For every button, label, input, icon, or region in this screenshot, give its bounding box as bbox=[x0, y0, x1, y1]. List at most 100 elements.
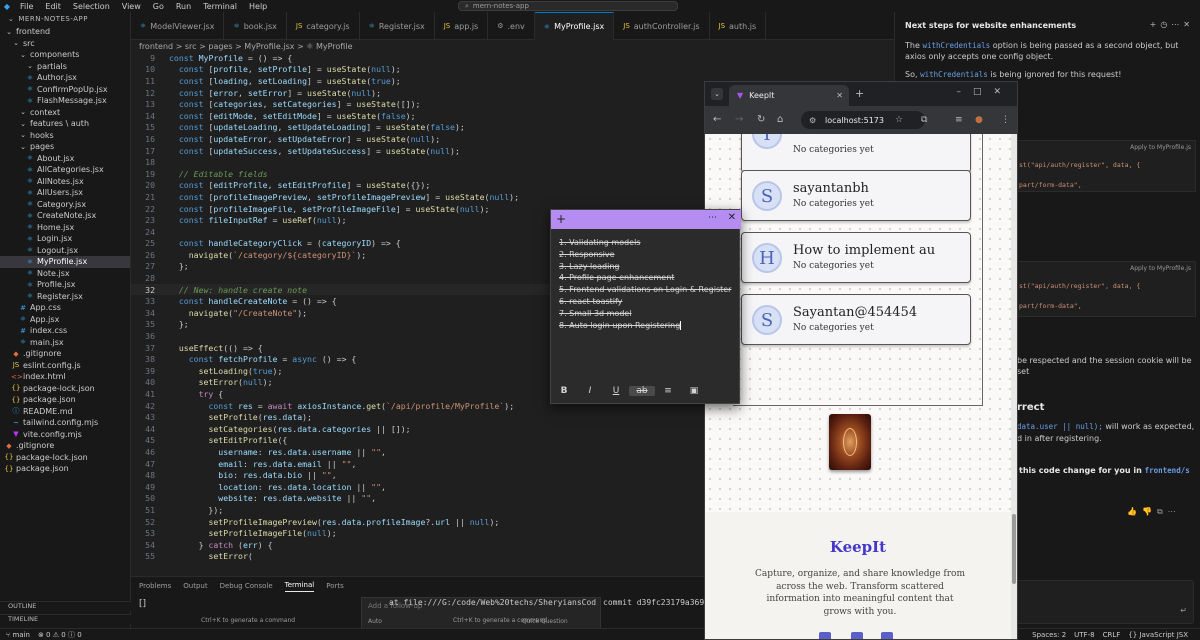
file-item[interactable]: ⚛ About.jsx bbox=[0, 153, 130, 165]
github-icon[interactable] bbox=[851, 632, 863, 639]
file-item[interactable]: ⚛ CreateNote.jsx bbox=[0, 210, 130, 222]
profile-avatar-icon[interactable]: ● bbox=[975, 115, 983, 125]
editor-tab[interactable]: ⚛ MyProfile.jsx bbox=[534, 12, 615, 40]
file-item[interactable]: ⚛ Home.jsx bbox=[0, 222, 130, 234]
file-item[interactable]: {} package.json bbox=[0, 463, 130, 475]
menu-terminal[interactable]: Terminal bbox=[197, 2, 243, 11]
file-item[interactable]: ⚛ Category.jsx bbox=[0, 199, 130, 211]
close-icon[interactable]: ✕ bbox=[1183, 20, 1194, 29]
file-item[interactable]: {} package.json bbox=[0, 394, 130, 406]
status-item[interactable]: {} JavaScript JSX bbox=[1128, 631, 1188, 639]
folder-item[interactable]: ⌄ features \ auth bbox=[0, 118, 130, 130]
explorer-header[interactable]: ⌄ MERN-NOTES-APP bbox=[0, 12, 130, 26]
file-item[interactable]: ⚛ Register.jsx bbox=[0, 291, 130, 303]
reading-list-icon[interactable]: ≡ bbox=[955, 115, 963, 125]
sticky-note-body[interactable]: 1. Validating models 2. Responsive 3. Lazy… bbox=[559, 237, 731, 331]
menu-help[interactable]: Help bbox=[243, 2, 273, 11]
status-item[interactable]: Spaces: 2 bbox=[1032, 631, 1066, 639]
terminal-prompt[interactable]: [] bbox=[139, 599, 146, 609]
add-note-icon[interactable]: + bbox=[556, 212, 566, 226]
menu-view[interactable]: View bbox=[116, 2, 147, 11]
file-item[interactable]: ~ tailwind.config.mjs bbox=[0, 417, 130, 429]
browser-tab[interactable]: ▼ KeepIt ✕ bbox=[729, 85, 849, 106]
user-card[interactable]: H How to implement au No categories yet bbox=[741, 232, 971, 283]
file-item[interactable]: ⚛ Login.jsx bbox=[0, 233, 130, 245]
folder-item[interactable]: ⌄ src bbox=[0, 38, 130, 50]
auto-mode-selector[interactable]: Auto bbox=[368, 618, 382, 625]
file-item[interactable]: ◆ .gitignore bbox=[0, 348, 130, 360]
more-icon[interactable]: ⋯ bbox=[1171, 20, 1183, 29]
menu-go[interactable]: Go bbox=[147, 2, 170, 11]
file-item[interactable]: ⚛ Logout.jsx bbox=[0, 245, 130, 257]
file-item[interactable]: ⚛ MyProfile.jsx bbox=[0, 256, 130, 268]
editor-tab[interactable]: JS authController.js bbox=[614, 12, 710, 40]
file-item[interactable]: ▼ vite.config.mjs bbox=[0, 429, 130, 441]
editor-tab[interactable]: ⚛ book.jsx bbox=[224, 12, 287, 40]
file-item[interactable]: JS eslint.config.js bbox=[0, 360, 130, 372]
menu-edit[interactable]: Edit bbox=[39, 2, 67, 11]
editor-tab[interactable]: ⚙ .env bbox=[488, 12, 535, 40]
status-item[interactable]: UTF-8 bbox=[1074, 631, 1094, 639]
minimize-icon[interactable]: – bbox=[956, 87, 973, 97]
forward-icon[interactable]: → bbox=[735, 114, 743, 125]
close-tab-icon[interactable]: ✕ bbox=[836, 91, 843, 100]
folder-item[interactable]: ⌄ hooks bbox=[0, 130, 130, 142]
panel-tab-ports[interactable]: Ports bbox=[326, 582, 344, 590]
menu-file[interactable]: File bbox=[14, 2, 39, 11]
editor-tab[interactable]: JS app.js bbox=[435, 12, 489, 40]
add-icon[interactable]: + bbox=[1150, 20, 1161, 29]
file-item[interactable]: ⚛ AllUsers.jsx bbox=[0, 187, 130, 199]
linkedin-icon[interactable] bbox=[881, 632, 893, 639]
file-item[interactable]: ⚛ main.jsx bbox=[0, 337, 130, 349]
sticky-note-header[interactable]: + ⋯ ✕ bbox=[551, 210, 741, 229]
maximize-icon[interactable]: □ bbox=[973, 87, 994, 97]
more-icon[interactable]: ⋯ bbox=[1168, 507, 1181, 516]
send-icon[interactable]: ↵ bbox=[1180, 606, 1187, 615]
file-item[interactable]: ⚛ Profile.jsx bbox=[0, 279, 130, 291]
close-icon[interactable]: ✕ bbox=[728, 212, 736, 223]
strikethrough-icon[interactable]: ab bbox=[629, 386, 655, 396]
outline-section-header[interactable]: OUTLINE bbox=[0, 601, 131, 611]
close-window-icon[interactable]: ✕ bbox=[993, 87, 1013, 97]
chat-input[interactable]: ↵ bbox=[1006, 580, 1194, 624]
breadcrumb[interactable]: frontend > src > pages > MyProfile.jsx >… bbox=[131, 40, 894, 52]
status-item[interactable]: CRLF bbox=[1103, 631, 1121, 639]
user-card[interactable]: Ssayantanbh No categories yet bbox=[741, 170, 971, 221]
timeline-section-header[interactable]: TIMELINE bbox=[0, 614, 131, 624]
apply-button[interactable]: Apply to MyProfile.js bbox=[1130, 144, 1191, 151]
bookmark-star-icon[interactable]: ☆ bbox=[895, 115, 903, 125]
user-card[interactable]: S Sayantan@454454 No categories yet bbox=[741, 294, 971, 345]
user-card[interactable]: T No categories yet bbox=[741, 134, 971, 173]
panel-tab-problems[interactable]: Problems bbox=[139, 582, 171, 590]
menu-run[interactable]: Run bbox=[170, 2, 197, 11]
image-icon[interactable]: ▣ bbox=[681, 386, 707, 396]
home-icon[interactable]: ⌂ bbox=[777, 114, 783, 125]
panel-tab-debug-console[interactable]: Debug Console bbox=[220, 582, 273, 590]
folder-item[interactable]: ⌄ context bbox=[0, 107, 130, 119]
tab-search-icon[interactable]: ⌄ bbox=[711, 88, 723, 100]
folder-item[interactable]: ⌄ frontend bbox=[0, 26, 130, 38]
file-item[interactable]: ⚛ App.jsx bbox=[0, 314, 130, 326]
file-item[interactable]: {} package-lock.json bbox=[0, 383, 130, 395]
reload-icon[interactable]: ↻ bbox=[757, 114, 765, 125]
menu-selection[interactable]: Selection bbox=[67, 2, 116, 11]
file-item[interactable]: ⚛ ConfirmPopUp.jsx bbox=[0, 84, 130, 96]
folder-item[interactable]: ⌄ components bbox=[0, 49, 130, 61]
list-icon[interactable]: ≡ bbox=[655, 386, 681, 396]
extensions-icon[interactable]: ⧉ bbox=[921, 115, 927, 125]
thumbs-down-icon[interactable]: 👎 bbox=[1142, 507, 1157, 516]
editor-tab[interactable]: JS category.js bbox=[287, 12, 360, 40]
address-bar[interactable]: ⚙ localhost:5173 bbox=[801, 111, 925, 129]
italic-icon[interactable]: I bbox=[577, 386, 603, 396]
file-item[interactable]: {} package-lock.json bbox=[0, 452, 130, 464]
file-item[interactable]: <> index.html bbox=[0, 371, 130, 383]
file-item[interactable]: ◆ .gitignore bbox=[0, 440, 130, 452]
editor-tab[interactable]: JS auth.js bbox=[710, 12, 767, 40]
branch-indicator[interactable]: ⑂ main bbox=[6, 631, 30, 639]
editor-tab[interactable]: ⚛ Register.jsx bbox=[360, 12, 435, 40]
file-item[interactable]: ⚛ AllNotes.jsx bbox=[0, 176, 130, 188]
file-item[interactable]: ⚛ Author.jsx bbox=[0, 72, 130, 84]
apply-button[interactable]: Apply to MyProfile.js bbox=[1130, 265, 1191, 272]
file-item[interactable]: # App.css bbox=[0, 302, 130, 314]
site-info-icon[interactable]: ⚙ bbox=[809, 116, 816, 125]
